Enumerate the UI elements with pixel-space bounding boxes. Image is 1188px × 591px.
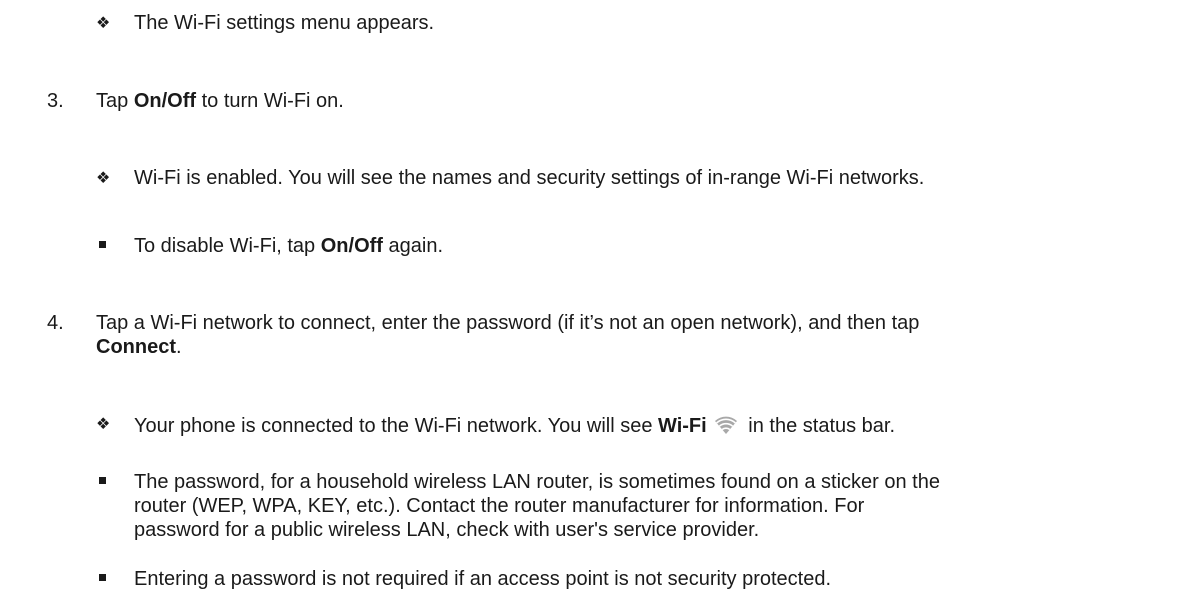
step-text-bold: On/Off [133,90,197,112]
step-text-post: to turn Wi-Fi on. [196,90,344,112]
result-text-bold: Wi-Fi [658,415,707,437]
result-text-post: in the status bar. [742,415,896,437]
result-diamond-icon: ❖ [96,168,111,187]
note-text-pre: To disable Wi-Fi, tap [134,235,321,257]
step-number: 4. [47,312,64,334]
wifi-icon [713,412,739,436]
step-text-bold: Connect [96,336,176,358]
step-text-pre: Tap [96,90,134,112]
note-text-line: password for a public wireless LAN, chec… [134,519,760,541]
note-bullet-icon [99,477,106,484]
step-text-line: Tap a Wi-Fi network to connect, enter th… [96,312,920,334]
result-diamond-icon: ❖ [96,13,111,32]
result-text: The Wi-Fi settings menu appears. [134,12,435,34]
result-text: Your phone is connected to the Wi-Fi net… [134,412,895,438]
note-text: To disable Wi-Fi, tap On/Off again. [134,234,443,258]
note-text-line: router (WEP, WPA, KEY, etc.). Contact th… [134,495,865,517]
note-bullet-icon [99,241,106,248]
step-text: Tap On/Off to turn Wi-Fi on. [96,89,344,113]
note-text-line: The password, for a household wireless L… [134,471,940,493]
note-text-post: again. [382,235,444,257]
instruction-document: ❖ The Wi-Fi settings menu appears. 3. Ta… [0,0,1188,590]
result-text-pre: Your phone is connected to the Wi-Fi net… [134,415,659,437]
step-text-line: Connect. [96,335,182,359]
result-diamond-icon: ❖ [96,414,111,433]
step-number: 3. [47,90,64,112]
result-text: Wi-Fi is enabled. You will see the names… [134,167,925,189]
step-text-post: . [176,336,182,358]
note-text: Entering a password is not required if a… [134,568,832,590]
note-text-bold: On/Off [320,235,383,257]
note-bullet-icon [99,574,106,581]
